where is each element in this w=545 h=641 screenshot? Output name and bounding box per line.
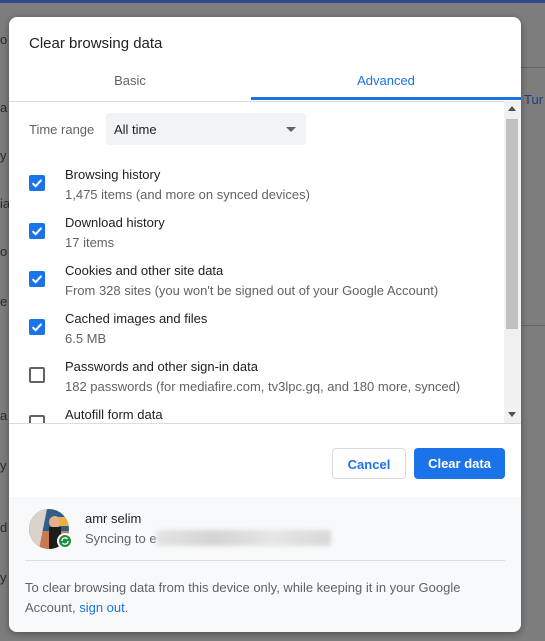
options-scrollbar[interactable] (504, 101, 521, 423)
account-footer: amr selim Syncing to e To clear browsing… (9, 497, 521, 632)
option-detail: 1,475 items (and more on synced devices) (65, 187, 310, 202)
browsing-history-checkbox[interactable] (29, 175, 45, 191)
cancel-button[interactable]: Cancel (332, 448, 406, 479)
option-detail: From 328 sites (you won't be signed out … (65, 283, 439, 298)
sync-status: Syncing to e (85, 531, 157, 546)
check-icon (31, 179, 43, 188)
option-label: Cached images and files (65, 311, 208, 326)
background-text: e (0, 294, 8, 309)
option-label: Autofill form data (65, 407, 163, 422)
background-text: y (0, 458, 7, 473)
dialog-title: Clear browsing data (29, 35, 163, 52)
background-text: y (0, 148, 7, 163)
account-name: amr selim (85, 511, 142, 526)
option-browsing-history: Browsing history 1,475 items (and more o… (9, 167, 504, 215)
time-range-label: Time range (29, 122, 95, 137)
footer-message-end: . (124, 600, 129, 615)
clear-data-button[interactable]: Clear data (414, 448, 505, 479)
option-detail: 182 passwords (for mediafire.com, tv3lpc… (65, 379, 461, 394)
options-panel: Time range All time Browsing history 1,4… (9, 101, 521, 423)
cached-images-checkbox[interactable] (29, 319, 45, 335)
background-text: a (0, 408, 8, 423)
option-download-history: Download history 17 items (9, 215, 504, 263)
caret-down-icon (286, 127, 296, 132)
background-text: y (0, 570, 7, 585)
option-autofill: Autofill form data (9, 407, 504, 423)
option-detail: 17 items (65, 235, 115, 250)
option-label: Passwords and other sign-in data (65, 359, 258, 374)
option-cookies: Cookies and other site data From 328 sit… (9, 263, 504, 311)
check-icon (31, 275, 43, 284)
background-divider (520, 67, 545, 68)
check-icon (31, 227, 43, 236)
content-divider (9, 423, 521, 424)
option-label: Browsing history (65, 167, 161, 182)
sync-arrows (61, 537, 69, 545)
sign-out-link[interactable]: sign out (79, 600, 125, 615)
background-text: a (0, 100, 8, 115)
scrollbar-thumb[interactable] (506, 119, 518, 329)
option-cached-images: Cached images and files 6.5 MB (9, 311, 504, 359)
background-divider (520, 325, 545, 326)
background-link: Tur (524, 92, 544, 107)
scroll-down-arrow-icon[interactable] (508, 412, 516, 417)
scroll-up-arrow-icon[interactable] (508, 106, 516, 111)
option-label: Download history (65, 215, 165, 230)
active-tab-indicator (251, 97, 521, 100)
tab-basic[interactable]: Basic (9, 68, 251, 101)
background-text: o (0, 244, 8, 259)
check-icon (31, 323, 43, 332)
redacted-email (156, 530, 331, 546)
background-text: d (0, 520, 8, 535)
option-passwords: Passwords and other sign-in data 182 pas… (9, 359, 504, 407)
time-range-value: All time (114, 122, 157, 137)
cookies-checkbox[interactable] (29, 271, 45, 287)
clear-browsing-data-dialog: Clear browsing data Basic Advanced Time … (9, 17, 521, 632)
time-range-select[interactable]: All time (106, 113, 306, 145)
sync-icon (57, 533, 73, 549)
option-detail: 6.5 MB (65, 331, 107, 346)
download-history-checkbox[interactable] (29, 223, 45, 239)
passwords-checkbox[interactable] (29, 367, 45, 383)
background-text: o (0, 32, 8, 47)
footer-divider (25, 560, 505, 561)
footer-message: To clear browsing data from this device … (25, 578, 495, 618)
autofill-checkbox[interactable] (29, 415, 45, 423)
option-label: Cookies and other site data (65, 263, 224, 278)
background-topbar (0, 0, 545, 3)
